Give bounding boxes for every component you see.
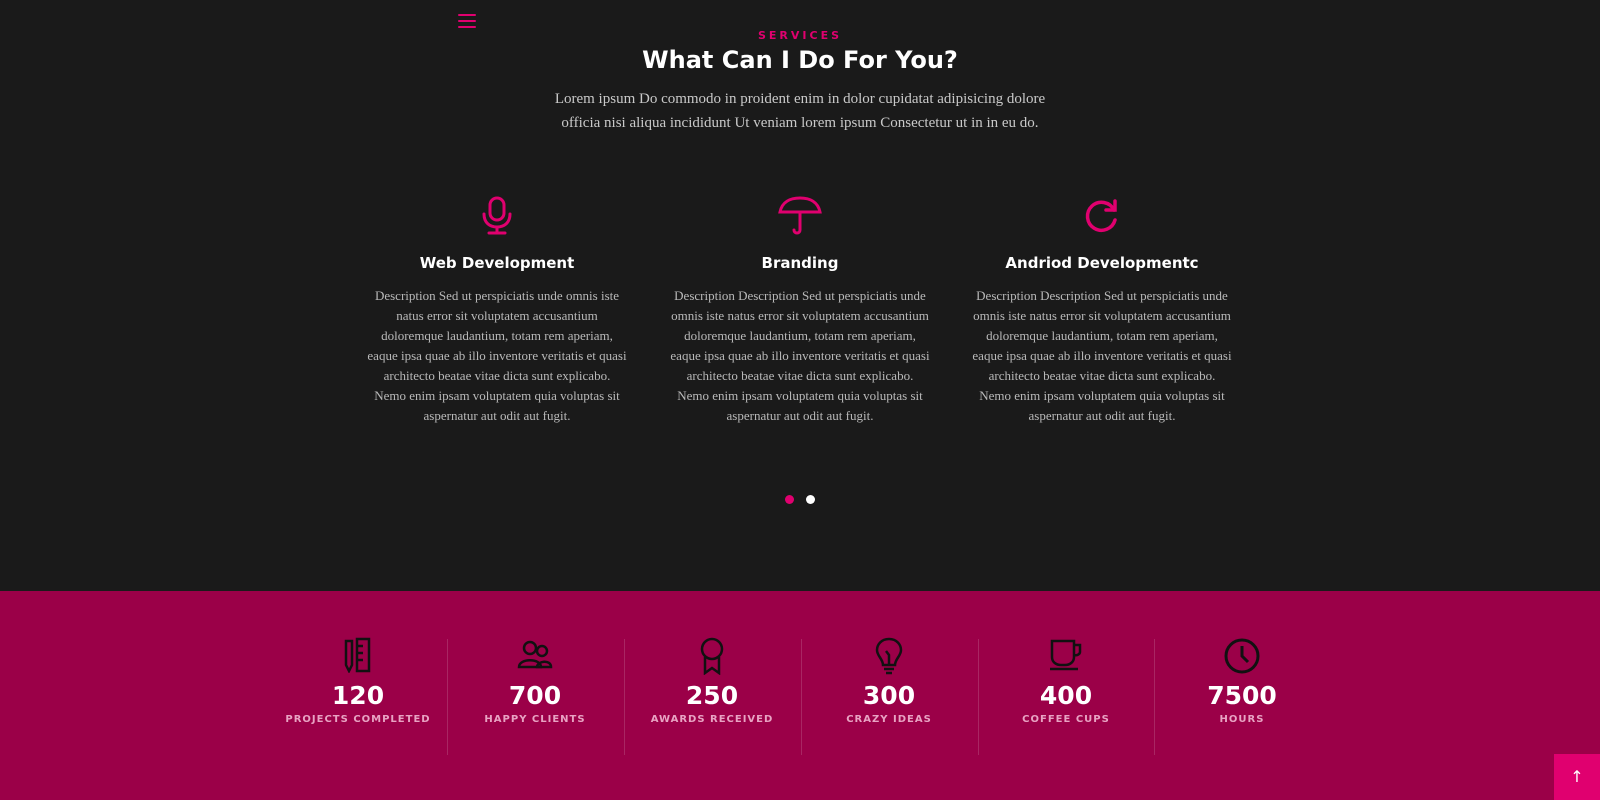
counter-label: COFFEE CUPS bbox=[1022, 714, 1110, 725]
counter-awards: 250 AWARDS RECEIVED bbox=[624, 637, 800, 757]
counter-value: 700 bbox=[508, 681, 562, 710]
counter-label: HOURS bbox=[1219, 714, 1265, 725]
counter-label: AWARDS RECEIVED bbox=[650, 714, 774, 725]
clock-icon bbox=[1154, 637, 1330, 677]
carousel-dot-2[interactable] bbox=[806, 495, 815, 504]
counter-value: 300 bbox=[862, 681, 916, 710]
lightbulb-icon bbox=[801, 637, 977, 677]
counter-hours: 7500 HOURS bbox=[1154, 637, 1330, 757]
arrow-up-icon: ↑ bbox=[1570, 767, 1584, 786]
counter-label: PROJECTS COMPLETED bbox=[285, 714, 431, 725]
counter-label: CRAZY IDEAS bbox=[846, 714, 932, 725]
counter-value: 250 bbox=[685, 681, 739, 710]
hamburger-menu-icon[interactable] bbox=[458, 14, 476, 30]
section-heading: What Can I Do For You? bbox=[642, 46, 958, 74]
coffee-cup-icon bbox=[978, 637, 1154, 677]
counter-projects: 120 PROJECTS COMPLETED bbox=[270, 637, 446, 757]
service-description: Description Sed ut perspiciatis unde omn… bbox=[367, 288, 627, 423]
counters-section: 120 PROJECTS COMPLETED 700 HAPPY CLIENTS bbox=[0, 591, 1600, 800]
counter-ideas: 300 CRAZY IDEAS bbox=[801, 637, 977, 757]
service-title: Web Development bbox=[419, 254, 575, 272]
service-card-branding: Branding Description Description Sed ut … bbox=[670, 196, 930, 426]
carousel-pagination bbox=[0, 495, 1600, 504]
counter-value: 7500 bbox=[1207, 681, 1277, 710]
umbrella-icon bbox=[670, 196, 930, 236]
carousel-dot-1[interactable] bbox=[785, 495, 794, 504]
service-title: Branding bbox=[761, 254, 839, 272]
counter-value: 120 bbox=[331, 681, 385, 710]
pencil-ruler-icon bbox=[270, 637, 446, 677]
service-description: Description Description Sed ut perspicia… bbox=[972, 288, 1232, 423]
service-description: Description Description Sed ut perspicia… bbox=[670, 288, 930, 423]
service-card-android-development: Andriod Developmentc Description Descrip… bbox=[972, 196, 1232, 426]
back-to-top-button[interactable]: ↑ bbox=[1554, 754, 1600, 800]
counter-label: HAPPY CLIENTS bbox=[484, 714, 586, 725]
service-title: Andriod Developmentc bbox=[1005, 254, 1199, 272]
services-section: SERVICES What Can I Do For You? Lorem ip… bbox=[0, 0, 1600, 591]
section-intro: Lorem ipsum Do commodo in proident enim … bbox=[554, 91, 1046, 131]
service-card-web-development: Web Development Description Sed ut persp… bbox=[367, 196, 627, 426]
microphone-icon bbox=[367, 196, 627, 236]
refresh-icon bbox=[972, 196, 1232, 236]
users-icon bbox=[447, 637, 623, 677]
counter-value: 400 bbox=[1039, 681, 1093, 710]
counter-clients: 700 HAPPY CLIENTS bbox=[447, 637, 623, 757]
counter-coffee: 400 COFFEE CUPS bbox=[978, 637, 1154, 757]
award-icon bbox=[624, 637, 800, 677]
section-eyebrow: SERVICES bbox=[757, 29, 843, 42]
page: SERVICES What Can I Do For You? Lorem ip… bbox=[0, 0, 1600, 800]
